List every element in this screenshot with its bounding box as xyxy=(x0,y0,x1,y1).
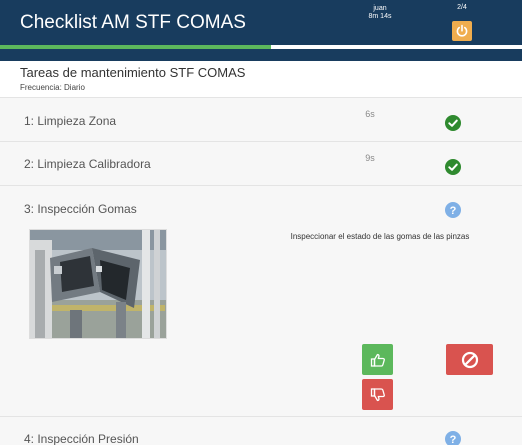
task-label: 3: Inspección Gomas xyxy=(24,202,137,216)
question-circle-icon[interactable]: ? xyxy=(445,431,461,445)
nok-button[interactable] xyxy=(362,379,393,410)
skip-button[interactable] xyxy=(446,344,493,375)
task-row[interactable]: 1: Limpieza Zona 6s xyxy=(0,97,522,141)
ban-icon xyxy=(461,351,478,368)
power-icon xyxy=(456,24,468,37)
check-circle-icon xyxy=(445,159,461,175)
header-bottom-band xyxy=(0,49,522,61)
svg-text:?: ? xyxy=(450,434,457,445)
section-header: Tareas de mantenimiento STF COMAS Frecue… xyxy=(0,61,522,97)
ok-button[interactable] xyxy=(362,344,393,375)
task-label: 1: Limpieza Zona xyxy=(24,114,117,128)
machine-photo-icon xyxy=(30,230,166,338)
svg-text:?: ? xyxy=(450,205,457,217)
app-header: Checklist AM STF COMAS juan 8m 14s 2/4 xyxy=(0,0,522,45)
task-label: 4: Inspección Presión xyxy=(24,432,139,445)
task-time: 6s xyxy=(365,109,375,119)
task-instruction: Inspeccionar el estado de las gomas de l… xyxy=(290,232,470,241)
task-row[interactable]: 4: Inspección Presión ? xyxy=(0,416,522,445)
section-frequency: Frecuencia: Diario xyxy=(20,83,85,92)
user-name: juan xyxy=(373,5,387,12)
task-row[interactable]: 2: Limpieza Calibradora 9s xyxy=(0,141,522,185)
task-photo[interactable] xyxy=(29,229,167,339)
page-title: Checklist AM STF COMAS xyxy=(20,12,246,33)
step-counter: 2/4 xyxy=(457,4,467,11)
power-button[interactable] xyxy=(452,21,472,41)
question-circle-icon[interactable]: ? xyxy=(445,202,461,218)
user-info: juan 8m 14s xyxy=(360,5,400,21)
section-title: Tareas de mantenimiento STF COMAS xyxy=(20,65,246,80)
elapsed-time: 8m 14s xyxy=(368,13,392,20)
thumbs-up-icon xyxy=(370,353,385,367)
check-circle-icon xyxy=(445,115,461,131)
task-time: 9s xyxy=(365,153,375,163)
thumbs-down-icon xyxy=(370,387,385,401)
task-label: 2: Limpieza Calibradora xyxy=(24,157,151,171)
